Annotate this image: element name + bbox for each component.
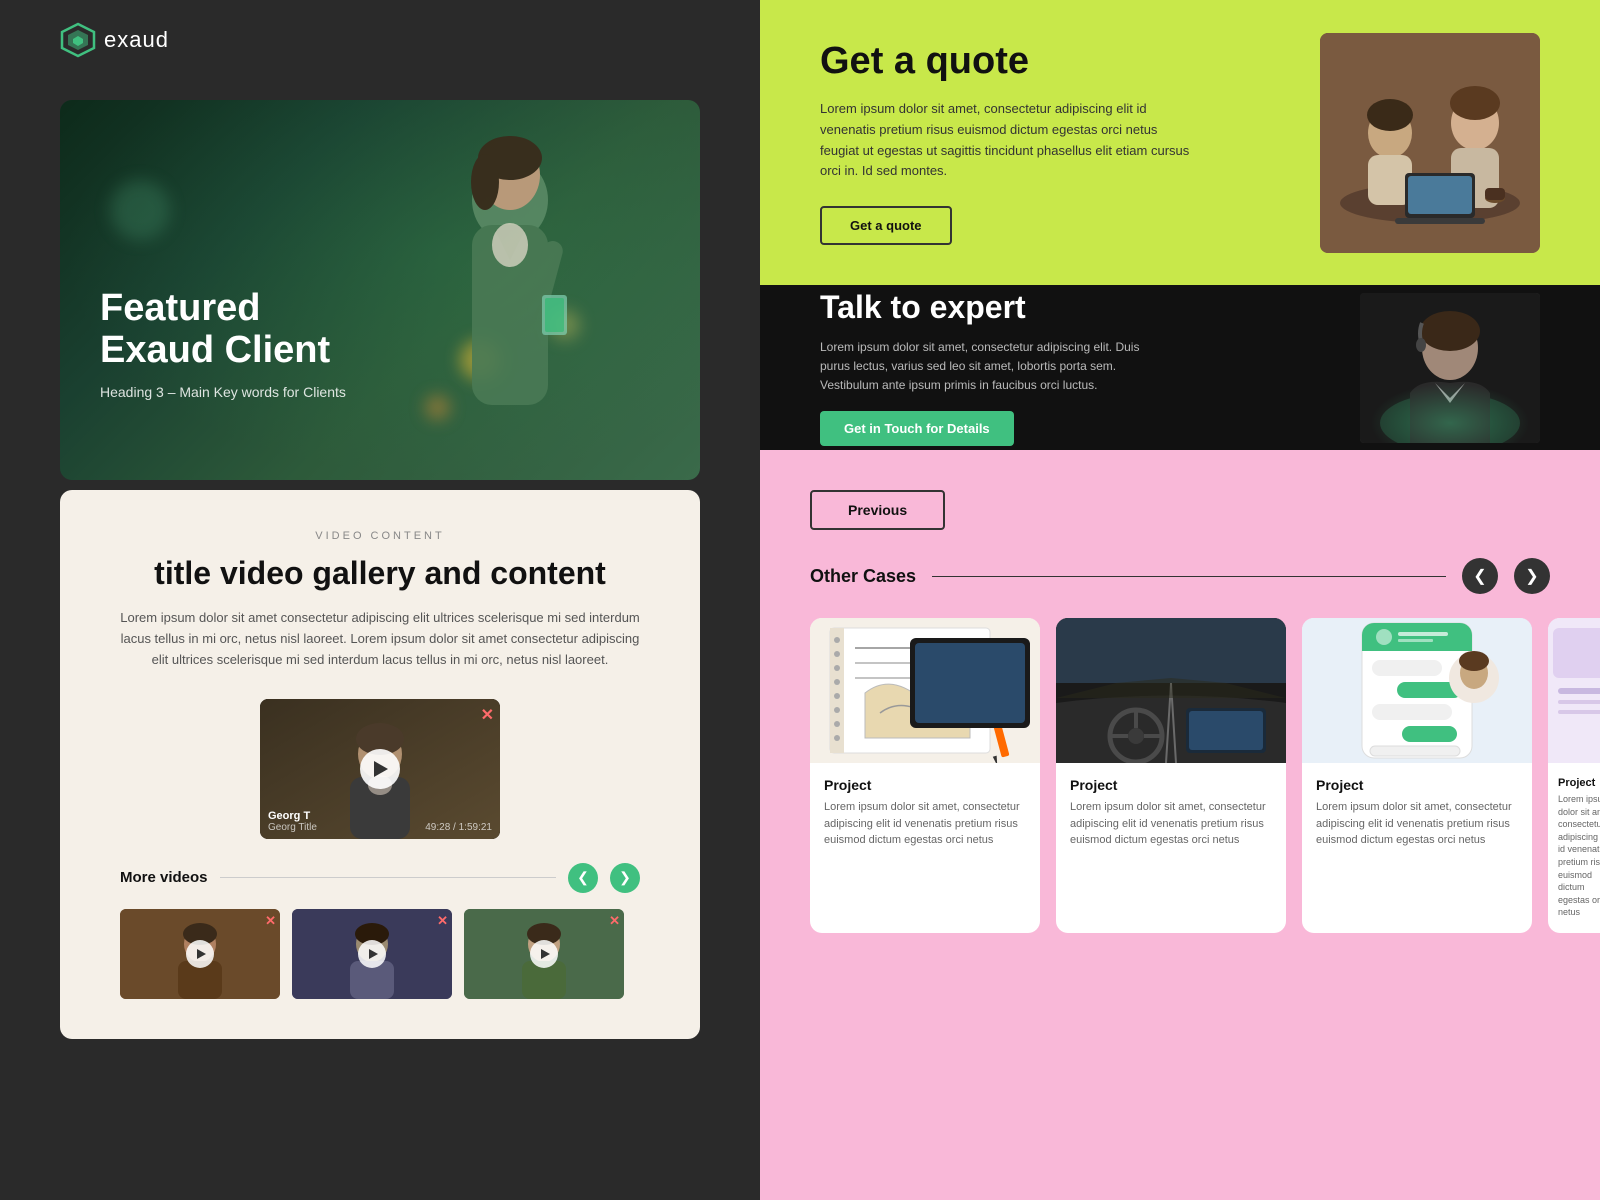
other-cases-label: Other Cases bbox=[810, 566, 916, 587]
project-card-3[interactable]: Project Lorem ipsum dolor sit amet, cons… bbox=[1302, 618, 1532, 933]
other-cases-divider bbox=[932, 576, 1446, 577]
project-card-1[interactable]: Project Lorem ipsum dolor sit amet, cons… bbox=[810, 618, 1040, 933]
quote-section: Get a quote Lorem ipsum dolor sit amet, … bbox=[760, 0, 1600, 285]
hero-card: Featured Exaud Client Heading 3 – Main K… bbox=[60, 100, 700, 480]
project-title-2: Project bbox=[1070, 777, 1272, 793]
expert-title: Talk to expert bbox=[820, 289, 1340, 326]
quote-content: Get a quote Lorem ipsum dolor sit amet, … bbox=[820, 40, 1290, 245]
project-card-2[interactable]: Project Lorem ipsum dolor sit amet, cons… bbox=[1056, 618, 1286, 933]
video-section: VIDEO CONTENT title video gallery and co… bbox=[60, 490, 700, 1039]
right-panel: Get a quote Lorem ipsum dolor sit amet, … bbox=[760, 0, 1600, 1200]
project-card-body-4-partial: Project Lorem ipsum dolor sit amet, cons… bbox=[1548, 763, 1600, 933]
vt-play-2[interactable] bbox=[358, 940, 386, 968]
project-card-image-3 bbox=[1302, 618, 1532, 763]
video-info: Georg T Georg Title 49:28 / 1:59:21 bbox=[268, 810, 492, 833]
project-title-3: Project bbox=[1316, 777, 1518, 793]
project-card-body-1: Project Lorem ipsum dolor sit amet, cons… bbox=[810, 763, 1040, 863]
other-cases-row: Other Cases ❮ ❯ bbox=[810, 558, 1550, 594]
project-desc-1: Lorem ipsum dolor sit amet, consectetur … bbox=[824, 799, 1026, 849]
logo-text: exaud bbox=[104, 27, 169, 53]
more-videos-divider bbox=[220, 877, 556, 878]
quote-button[interactable]: Get a quote bbox=[820, 206, 952, 245]
vt-close-1[interactable]: ✕ bbox=[265, 913, 276, 929]
left-panel: exaud bbox=[0, 0, 760, 1200]
video-thumbnail-2[interactable]: ✕ bbox=[292, 909, 452, 999]
expert-section: Talk to expert Lorem ipsum dolor sit ame… bbox=[760, 285, 1600, 450]
logo-icon bbox=[60, 22, 96, 58]
project-cards: Project Lorem ipsum dolor sit amet, cons… bbox=[810, 618, 1550, 933]
video-thumbnail-1[interactable]: ✕ bbox=[120, 909, 280, 999]
more-videos-label: More videos bbox=[120, 869, 208, 886]
hero-person bbox=[380, 110, 640, 480]
video-thumbnail-3[interactable]: ✕ bbox=[464, 909, 624, 999]
cases-section: Previous Other Cases ❮ ❯ bbox=[760, 450, 1600, 1200]
more-videos-prev-button[interactable]: ❮ bbox=[568, 863, 598, 893]
hero-subtitle: Heading 3 – Main Key words for Clients bbox=[100, 384, 360, 400]
project-card-4-partial[interactable]: Project Lorem ipsum dolor sit amet, cons… bbox=[1548, 618, 1600, 933]
expert-content: Talk to expert Lorem ipsum dolor sit ame… bbox=[820, 289, 1340, 447]
expert-image bbox=[1360, 293, 1540, 443]
video-section-description: Lorem ipsum dolor sit amet consectetur a… bbox=[120, 608, 640, 670]
video-play-button[interactable] bbox=[360, 749, 400, 789]
project-title-1: Project bbox=[824, 777, 1026, 793]
vt-close-3[interactable]: ✕ bbox=[609, 913, 620, 929]
vt-close-2[interactable]: ✕ bbox=[437, 913, 448, 929]
project-title-4-partial: Project bbox=[1558, 777, 1600, 789]
previous-button[interactable]: Previous bbox=[810, 490, 945, 530]
video-section-label: VIDEO CONTENT bbox=[120, 530, 640, 542]
more-videos-row: More videos ❮ ❯ bbox=[120, 863, 640, 893]
video-section-title: title video gallery and content bbox=[120, 554, 640, 592]
project-card-body-2: Project Lorem ipsum dolor sit amet, cons… bbox=[1056, 763, 1286, 863]
video-close-icon[interactable]: ✕ bbox=[481, 705, 494, 725]
quote-description: Lorem ipsum dolor sit amet, consectetur … bbox=[820, 99, 1200, 182]
project-card-image-2 bbox=[1056, 618, 1286, 763]
quote-image bbox=[1320, 33, 1540, 253]
hero-title: Featured Exaud Client bbox=[100, 288, 360, 372]
project-card-body-3: Project Lorem ipsum dolor sit amet, cons… bbox=[1302, 763, 1532, 863]
project-card-image-4-partial bbox=[1548, 618, 1600, 763]
hero-text-overlay: Featured Exaud Client Heading 3 – Main K… bbox=[100, 288, 360, 400]
quote-title: Get a quote bbox=[820, 40, 1290, 83]
expert-description: Lorem ipsum dolor sit amet, consectetur … bbox=[820, 338, 1160, 396]
cases-next-button[interactable]: ❯ bbox=[1514, 558, 1550, 594]
video-person-info: Georg T Georg Title bbox=[268, 810, 317, 833]
cases-prev-button[interactable]: ❮ bbox=[1462, 558, 1498, 594]
logo-area: exaud bbox=[60, 22, 169, 58]
more-videos-next-button[interactable]: ❯ bbox=[610, 863, 640, 893]
project-desc-3: Lorem ipsum dolor sit amet, consectetur … bbox=[1316, 799, 1518, 849]
video-thumbnails-row: ✕ ✕ bbox=[120, 909, 640, 999]
vt-play-3[interactable] bbox=[530, 940, 558, 968]
project-desc-2: Lorem ipsum dolor sit amet, consectetur … bbox=[1070, 799, 1272, 849]
vt-play-1[interactable] bbox=[186, 940, 214, 968]
video-player[interactable]: ✕ Georg T Georg Title 49:28 / 1:59:21 bbox=[260, 699, 500, 839]
expert-contact-button[interactable]: Get in Touch for Details bbox=[820, 411, 1014, 446]
project-card-image-1 bbox=[810, 618, 1040, 763]
expert-image-bg bbox=[1360, 293, 1540, 443]
video-timestamp: 49:28 / 1:59:21 bbox=[425, 822, 492, 833]
quote-image-bg bbox=[1320, 33, 1540, 253]
project-desc-4-partial: Lorem ipsum dolor sit amet, consectetur … bbox=[1558, 793, 1600, 919]
